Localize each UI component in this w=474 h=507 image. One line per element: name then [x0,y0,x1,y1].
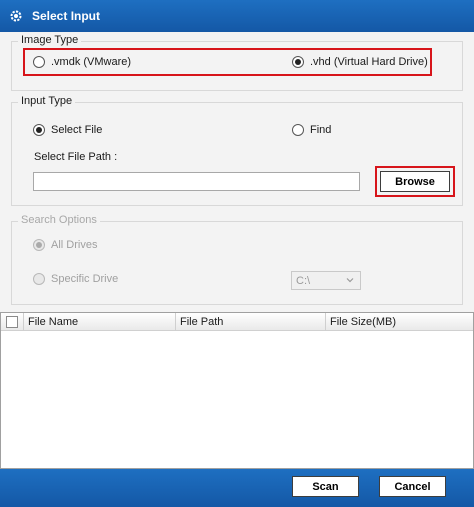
radio-find-label: Find [310,124,332,136]
radio-vmdk[interactable]: .vmdk (VMware) [33,56,131,68]
chevron-down-icon [346,278,354,283]
column-file-size[interactable]: File Size(MB) [325,313,473,331]
scan-button[interactable]: Scan [292,476,359,497]
search-options-group: Search Options [11,214,463,305]
radio-vmdk-indicator[interactable] [33,56,45,68]
input-type-legend: Input Type [18,95,76,107]
file-path-label: Select File Path : [34,151,118,163]
table-header: File Name File Path File Size(MB) [1,313,473,331]
title-bar: Select Input [0,0,474,32]
radio-select-file-label: Select File [51,124,103,136]
search-options-legend: Search Options [18,214,100,226]
app-gear-icon [10,10,22,22]
radio-specific-drive-label: Specific Drive [51,273,119,285]
dialog-content: Image Type .vmdk (VMware) .vhd (Virtual … [0,32,474,469]
drive-select-value: C:\ [296,274,311,287]
file-path-input[interactable] [33,172,360,191]
radio-vhd[interactable]: .vhd (Virtual Hard Drive) [292,56,428,68]
radio-all-drives-label: All Drives [51,239,98,251]
window-title: Select Input [32,9,101,23]
radio-vmdk-label: .vmdk (VMware) [51,56,132,68]
radio-all-drives[interactable]: All Drives [33,239,97,251]
file-table: File Name File Path File Size(MB) [0,312,474,469]
cancel-button[interactable]: Cancel [379,476,446,497]
radio-vhd-label: .vhd (Virtual Hard Drive) [310,56,428,68]
select-all-checkbox[interactable] [6,316,18,328]
browse-button[interactable]: Browse [380,171,450,192]
radio-vhd-indicator[interactable] [292,56,304,68]
image-type-legend: Image Type [18,34,82,46]
footer-bar: Scan Cancel [0,469,474,507]
column-file-path[interactable]: File Path [175,313,325,331]
column-file-name[interactable]: File Name [23,313,175,331]
drive-select[interactable]: C:\ [291,271,361,290]
radio-find[interactable]: Find [292,124,331,136]
radio-select-file[interactable]: Select File [33,124,102,136]
radio-all-drives-indicator[interactable] [33,239,45,251]
radio-specific-drive-indicator[interactable] [33,273,45,285]
radio-specific-drive[interactable]: Specific Drive [33,273,118,285]
radio-find-indicator[interactable] [292,124,304,136]
radio-select-file-indicator[interactable] [33,124,45,136]
